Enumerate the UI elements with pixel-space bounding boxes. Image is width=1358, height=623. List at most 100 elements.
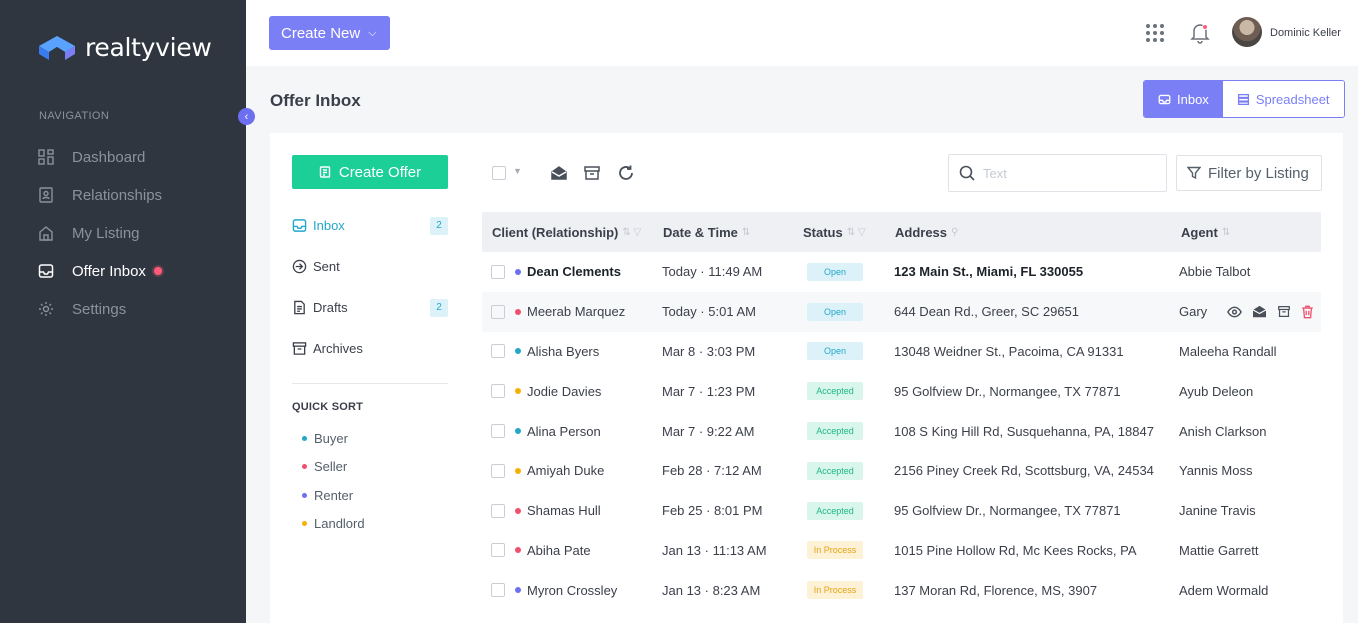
table-row[interactable]: Amiyah Duke Feb 28 · 7:12 AM Accepted 21… bbox=[482, 451, 1321, 491]
inbox-icon bbox=[292, 218, 308, 233]
address-cell: 95 Golfview Dr., Normangee, TX 77871 bbox=[894, 503, 1121, 519]
client-type-bullet bbox=[515, 268, 521, 275]
sort-filter-icon[interactable]: ⇅ ▽ bbox=[622, 227, 641, 238]
dashboard-icon bbox=[38, 149, 54, 165]
column-header-agent[interactable]: Agent ⇅ bbox=[1181, 225, 1230, 240]
sidebar-item-my-listing[interactable]: My Listing bbox=[0, 214, 246, 252]
select-all-checkbox[interactable] bbox=[492, 166, 506, 180]
trash-icon[interactable] bbox=[1301, 305, 1314, 319]
folder-label: Sent bbox=[313, 259, 340, 274]
filter-by-listing-button[interactable]: Filter by Listing bbox=[1176, 155, 1322, 191]
table-row[interactable]: Meerab Marquez Today · 5:01 AM Open 644 … bbox=[482, 291, 1321, 332]
client-type-bullet bbox=[515, 428, 521, 435]
folder-drafts[interactable]: Drafts 2 bbox=[292, 287, 448, 328]
date-cell: Jan 13 · 11:13 AM bbox=[662, 542, 767, 558]
row-checkbox[interactable] bbox=[491, 344, 505, 359]
gear-icon bbox=[38, 301, 54, 317]
folder-archives[interactable]: Archives bbox=[292, 328, 448, 369]
sidebar-item-dashboard[interactable]: Dashboard bbox=[0, 138, 246, 176]
quick-sort-renter[interactable]: Renter bbox=[302, 481, 365, 510]
sidebar-item-label: Settings bbox=[72, 300, 127, 318]
sidebar-item-label: My Listing bbox=[72, 224, 140, 242]
row-checkbox[interactable] bbox=[491, 384, 505, 399]
table-row[interactable]: Jodie Davies Mar 7 · 1:23 PM Accepted 95… bbox=[482, 371, 1321, 411]
client-name: Meerab Marquez bbox=[527, 304, 626, 320]
date-cell: Today · 5:01 AM bbox=[662, 304, 756, 320]
sidebar-item-offer-inbox[interactable]: Offer Inbox bbox=[0, 252, 246, 290]
home-icon bbox=[38, 225, 54, 241]
status-badge: In Process bbox=[807, 581, 863, 600]
address-cell: 644 Dean Rd., Greer, SC 29651 bbox=[894, 304, 1080, 320]
table-row[interactable]: Alina Person Mar 7 · 9:22 AM Accepted 10… bbox=[482, 411, 1321, 451]
mark-read-icon[interactable] bbox=[1252, 305, 1267, 318]
create-new-button[interactable]: Create New ⌵ bbox=[269, 16, 390, 50]
logo[interactable]: realtyview bbox=[37, 33, 212, 62]
chevron-down-icon: ⌵ bbox=[368, 26, 377, 39]
client-type-bullet bbox=[515, 507, 521, 514]
caret-down-icon[interactable]: ▼ bbox=[513, 166, 522, 176]
row-checkbox[interactable] bbox=[491, 463, 505, 478]
quick-sort-buyer[interactable]: Buyer bbox=[302, 424, 365, 453]
column-header-client[interactable]: Client (Relationship) ⇅ ▽ bbox=[482, 225, 663, 240]
row-checkbox[interactable] bbox=[491, 264, 505, 279]
agent-cell: Ayub Deleon bbox=[1179, 383, 1254, 399]
date-cell: Mar 7 · 9:22 AM bbox=[662, 423, 755, 439]
avatar[interactable] bbox=[1232, 17, 1262, 47]
apps-grid-icon[interactable] bbox=[1145, 23, 1165, 43]
column-header-date[interactable]: Date & Time ⇅ bbox=[663, 225, 803, 240]
client-name: Amiyah Duke bbox=[527, 463, 605, 479]
logo-text: realtyview bbox=[85, 33, 212, 62]
client-name: Abiha Pate bbox=[527, 542, 591, 558]
status-badge: Open bbox=[807, 262, 863, 281]
row-checkbox[interactable] bbox=[491, 543, 505, 558]
row-checkbox[interactable] bbox=[491, 424, 505, 439]
user-name[interactable]: Dominic Keller bbox=[1270, 27, 1341, 39]
table-row[interactable]: Shamas Hull Feb 25 · 8:01 PM Accepted 95… bbox=[482, 491, 1321, 531]
sidebar-item-settings[interactable]: Settings bbox=[0, 290, 246, 328]
column-label: Agent bbox=[1181, 224, 1218, 240]
collapse-sidebar-button[interactable]: ‹ bbox=[238, 108, 255, 125]
archive-icon[interactable] bbox=[1277, 305, 1291, 318]
tab-spreadsheet[interactable]: Spreadsheet bbox=[1222, 81, 1344, 117]
client-cell: Alisha Byers bbox=[515, 344, 662, 359]
row-checkbox[interactable] bbox=[491, 304, 505, 319]
row-checkbox[interactable] bbox=[491, 503, 505, 518]
mark-read-icon[interactable] bbox=[550, 164, 568, 182]
create-offer-button[interactable]: Create Offer bbox=[292, 155, 448, 189]
table-row[interactable]: Abiha Pate Jan 13 · 11:13 AM In Process … bbox=[482, 531, 1321, 571]
table-row[interactable]: Alisha Byers Mar 8 · 3:03 PM Open 13048 … bbox=[482, 332, 1321, 372]
table-row[interactable]: Myron Crossley Jan 13 · 8:23 AM In Proce… bbox=[482, 570, 1321, 610]
column-header-address[interactable]: Address ⚲ bbox=[895, 225, 1181, 240]
color-bullet bbox=[302, 464, 307, 470]
refresh-icon[interactable] bbox=[617, 164, 635, 182]
eye-icon[interactable] bbox=[1227, 306, 1243, 318]
search-input[interactable] bbox=[983, 165, 1153, 181]
tab-inbox[interactable]: Inbox bbox=[1144, 81, 1223, 117]
table-row[interactable]: Dean Clements Today · 11:49 AM Open 123 … bbox=[482, 252, 1321, 292]
document-plus-icon bbox=[319, 166, 331, 178]
sort-icon[interactable]: ⇅ bbox=[742, 227, 750, 238]
date-cell: Today · 11:49 AM bbox=[662, 264, 763, 280]
color-bullet bbox=[302, 435, 307, 441]
quick-sort-landlord[interactable]: Landlord bbox=[302, 510, 365, 539]
quick-sort-label: Landlord bbox=[314, 516, 365, 532]
address-cell: 95 Golfview Dr., Normangee, TX 77871 bbox=[894, 383, 1121, 399]
search-icon[interactable]: ⚲ bbox=[951, 227, 958, 238]
folder-inbox[interactable]: Inbox 2 bbox=[292, 205, 448, 246]
quick-sort-seller[interactable]: Seller bbox=[302, 453, 365, 482]
client-cell: Myron Crossley bbox=[515, 583, 662, 598]
bell-icon[interactable] bbox=[1190, 22, 1210, 44]
column-header-status[interactable]: Status ⇅ ▽ bbox=[803, 225, 895, 240]
status-badge: In Process bbox=[807, 541, 863, 560]
sort-icon[interactable]: ⇅ bbox=[1222, 227, 1230, 238]
client-cell: Jodie Davies bbox=[515, 384, 662, 399]
folder-sent[interactable]: Sent bbox=[292, 246, 448, 287]
sidebar-item-label: Relationships bbox=[72, 186, 163, 204]
sidebar-item-relationships[interactable]: Relationships bbox=[0, 176, 246, 214]
archive-icon[interactable] bbox=[583, 164, 601, 182]
inbox-icon bbox=[38, 263, 54, 279]
address-cell: 13048 Weidner St., Pacoima, CA 91331 bbox=[894, 343, 1124, 359]
row-checkbox[interactable] bbox=[491, 583, 505, 598]
sort-filter-icon[interactable]: ⇅ ▽ bbox=[847, 227, 866, 238]
status-badge: Open bbox=[807, 302, 863, 321]
